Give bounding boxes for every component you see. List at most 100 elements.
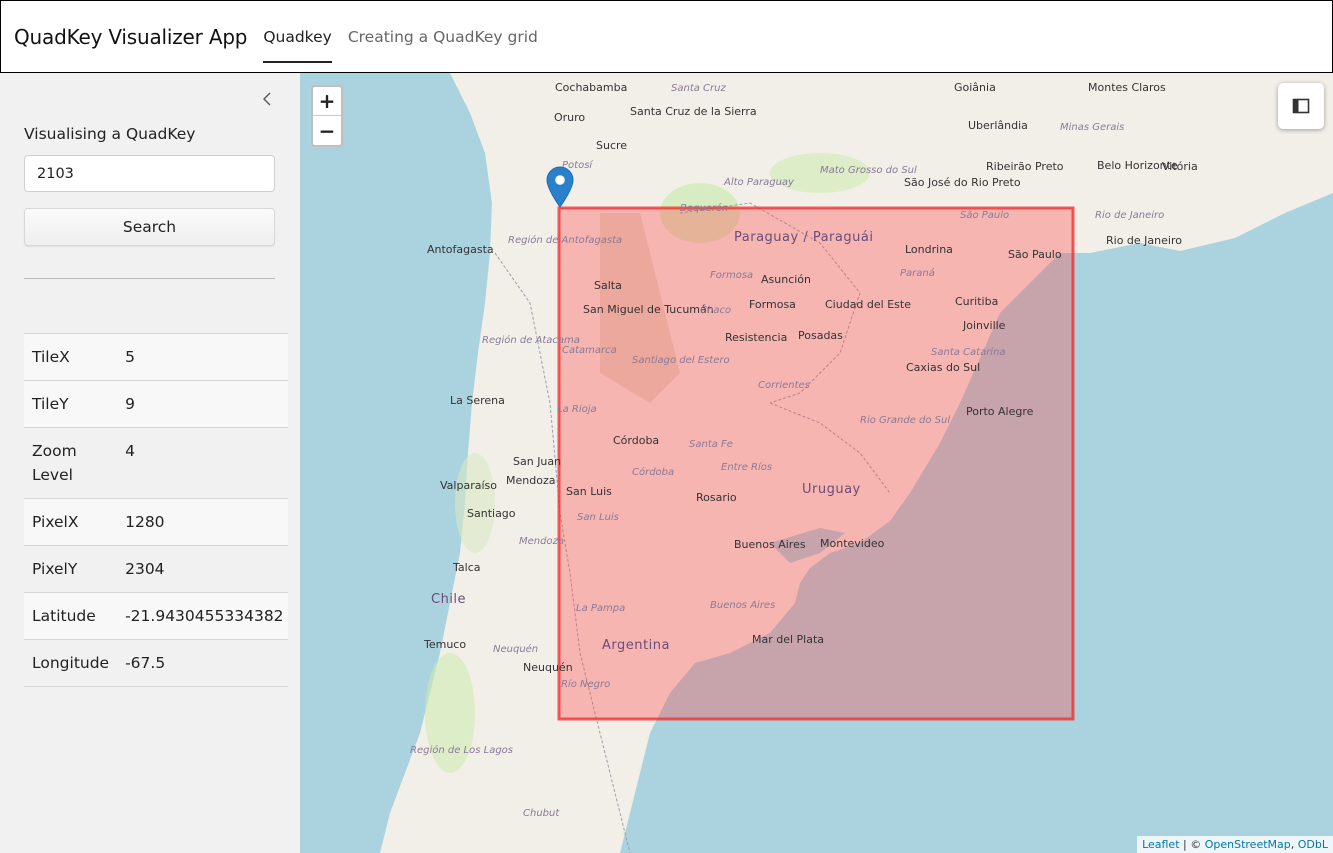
map-label-region: Formosa [710,270,753,281]
zoom-in-button[interactable]: + [313,87,341,116]
map-label-region: Río Negro [561,678,610,690]
map-label-city: Buenos Aires [734,538,806,551]
attribution-separator: | © [1179,838,1205,851]
table-row: TileY 9 [24,380,288,428]
table-row: Zoom Level 4 [24,427,288,499]
map-label-city: Cochabamba [555,81,627,94]
map-label-country: Argentina [602,638,670,653]
map-label-country: Chile [431,592,466,607]
map-label-city: Valparaíso [440,479,497,492]
map-label-city: Formosa [749,298,796,311]
quadkey-input-label: Visualising a QuadKey [24,125,196,143]
map-label-city: Santa Cruz de la Sierra [630,105,757,118]
map-label-city: La Serena [450,394,505,407]
map-label-city: Goiânia [954,81,996,94]
map-label-region: Chaco [700,305,731,316]
panel-icon [1292,98,1310,114]
map-label-city: Sucre [596,139,627,152]
sidebar-divider [24,278,275,279]
map-label-city: Talca [452,561,480,574]
quadkey-info-table: TileX 5 TileY 9 Zoom Level 4 PixelX 1280… [24,317,288,687]
info-value: 5 [117,333,288,381]
openstreetmap-link[interactable]: OpenStreetMap [1205,838,1291,851]
map-label-city: Mendoza [506,474,555,487]
table-row: PixelY 2304 [24,545,288,593]
map-label-region: Región de Antofagasta [508,234,622,246]
map-label-region: Entre Ríos [721,461,772,473]
info-value: -67.5 [117,639,288,687]
map-label-city: Posadas [798,329,843,342]
map-label-region: Boquerón [680,202,728,214]
map-label-city: Oruro [554,111,585,124]
map-label-city: Mar del Plata [752,633,824,646]
map-label-region: Mendoza [519,536,564,547]
odbl-link[interactable]: ODbL [1298,838,1328,851]
quadkey-input[interactable] [24,155,275,192]
app-title: QuadKey Visualizer App [14,24,248,49]
info-value: 1280 [117,498,288,546]
map-label-city: San Juan [513,455,561,468]
info-key: PixelY [24,545,118,593]
location-marker-icon[interactable] [546,166,574,208]
map-view[interactable]: Cochabamba Oruro Sucre Santa Cruz de la Sie… [300,73,1333,853]
map-label-city: Antofagasta [427,243,494,256]
map-label-region: La Rioja [557,404,597,415]
map-label-region: La Pampa [576,603,625,614]
map-label-city: Resistencia [725,331,787,344]
map-label-city: São José do Rio Preto [904,176,1021,189]
map-label-region: Paraná [900,267,935,279]
map-label-city: Curitiba [955,295,998,308]
table-row: PixelX 1280 [24,498,288,546]
zoom-out-button[interactable]: − [313,116,341,145]
layers-toggle-button[interactable] [1278,83,1324,129]
map-label-city: San Luis [566,485,612,498]
map-label-city: Rosario [696,491,737,504]
info-key: Longitude [24,639,118,687]
info-key: Zoom Level [24,427,118,499]
info-key: Latitude [24,592,118,640]
map-label-city: Caxias do Sul [906,361,980,374]
table-row [24,317,288,334]
sidebar: Visualising a QuadKey Search TileX 5 Til… [0,73,300,853]
tab-quadkey[interactable]: Quadkey [263,1,332,72]
map-label-region: Santa Cruz [671,83,726,94]
tab-creating-quadkey-grid[interactable]: Creating a QuadKey grid [348,1,538,72]
info-value: -21.9430455334382 [117,592,288,640]
map-label-city: Vitória [1162,160,1198,173]
map-label-city: Ciudad del Este [825,298,911,311]
map-label-city: Londrina [905,243,953,256]
zoom-controls: + − [311,85,343,147]
collapse-sidebar-button[interactable] [259,90,277,108]
map-label-region: Catamarca [562,345,617,356]
leaflet-link[interactable]: Leaflet [1142,838,1179,851]
map-label-city: Porto Alegre [966,405,1034,418]
map-label-city: Ribeirão Preto [986,160,1064,173]
map-label-city: Temuco [423,638,466,651]
info-value: 2304 [117,545,288,593]
map-label-city: San Miguel de Tucumán [583,303,714,316]
map-label-region: Alto Paraguay [723,177,795,188]
search-button[interactable]: Search [24,208,275,246]
map-label-country: Paraguay / Paraguái [734,230,873,245]
map-label-city: Salta [594,279,622,292]
map-label-region: Corrientes [758,380,810,391]
map-label-region: Minas Gerais [1060,122,1124,133]
map-label-city: Santiago [467,507,516,520]
map-label-region: Neuquén [493,643,538,655]
map-label-region: Córdoba [632,466,674,478]
chevron-left-icon [263,92,271,106]
table-row: Latitude -21.9430455334382 [24,592,288,640]
map-label-city: São Paulo [1008,248,1062,261]
map-label-region: San Luis [577,512,619,523]
map-label-city: Uberlândia [968,119,1028,132]
map-label-country: Uruguay [802,482,861,497]
map-label-city: Neuquén [523,661,573,674]
map-label-region: Mato Grosso do Sul [820,165,917,176]
map-label-city: Joinville [962,319,1006,332]
map-label-region: Chubut [523,808,560,819]
map-label-city: Córdoba [613,434,659,447]
map-attribution: Leaflet | © OpenStreetMap, ODbL [1137,836,1333,853]
map-label-region: Santa Catarina [931,347,1006,358]
map-label-region: Rio Grande do Sul [860,415,950,426]
app-header: QuadKey Visualizer App Quadkey Creating … [0,0,1333,73]
